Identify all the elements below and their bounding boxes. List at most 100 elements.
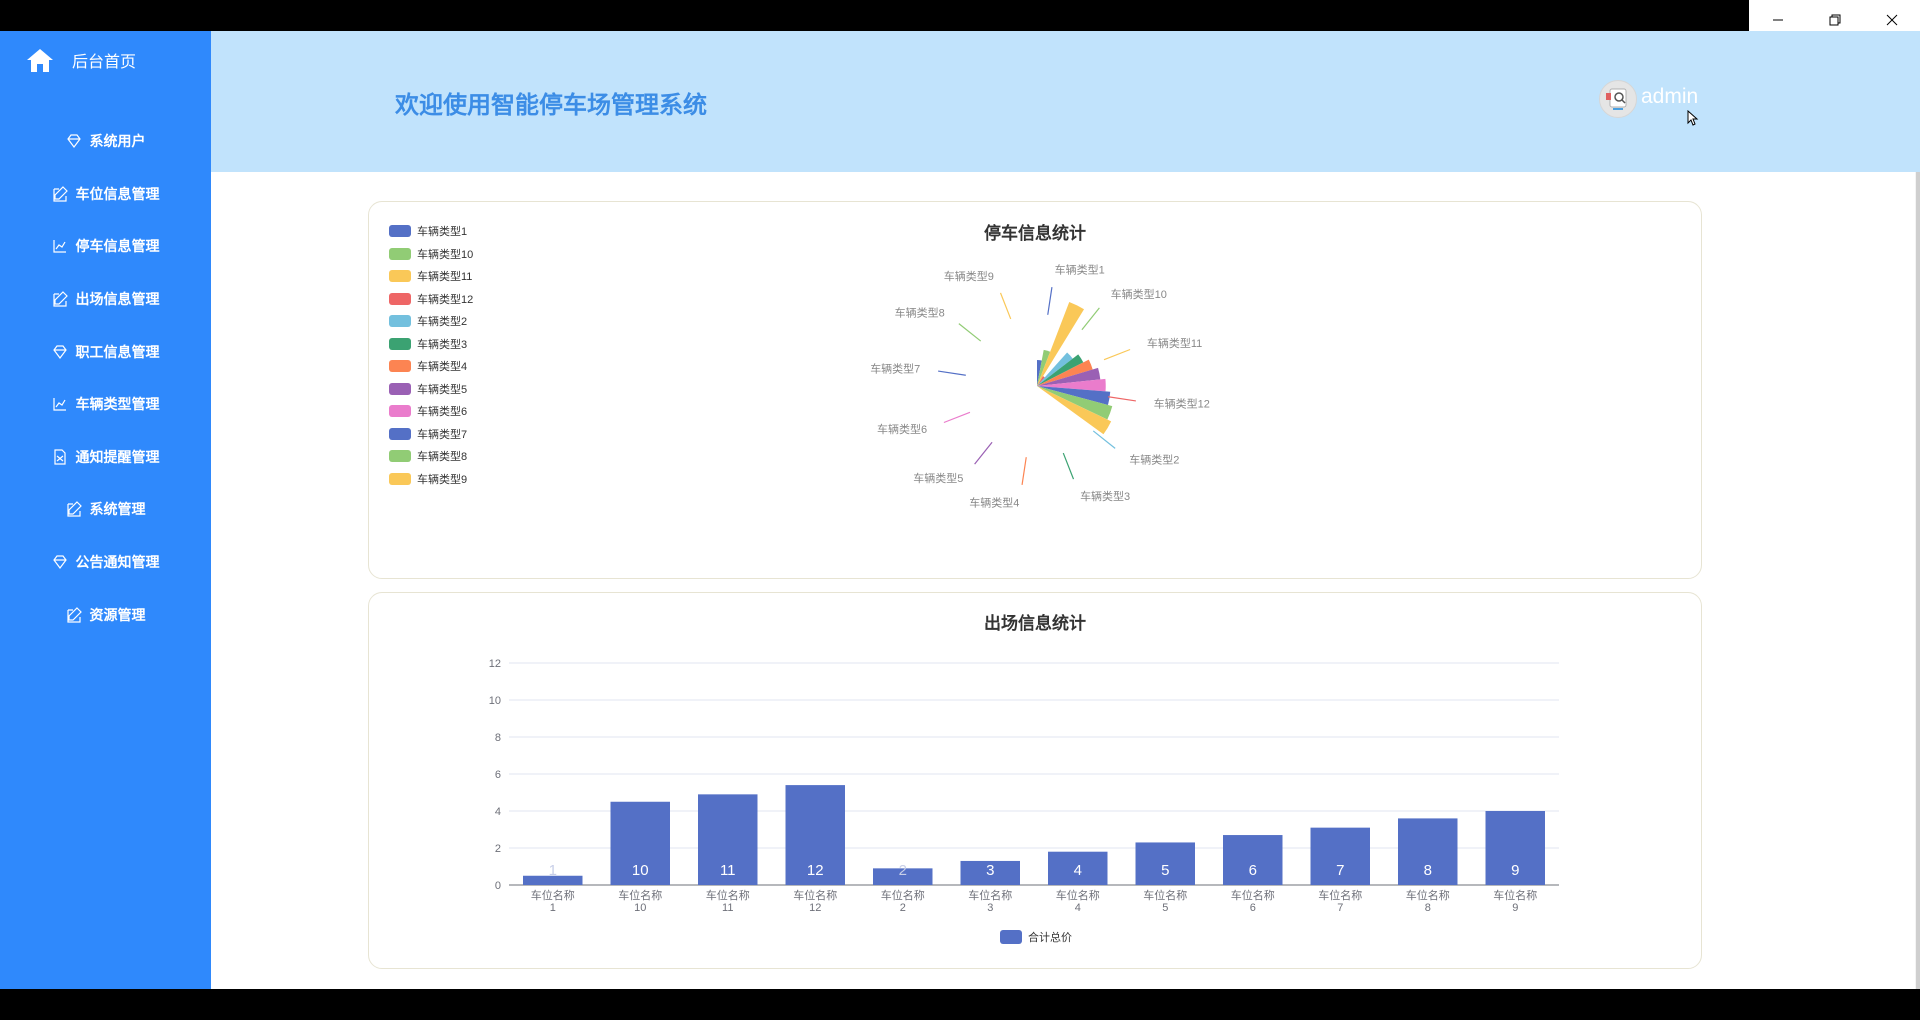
restore-icon: [1829, 14, 1840, 25]
bar-x-tick: 6: [1250, 902, 1256, 914]
diamond-icon: [52, 555, 67, 570]
sidebar-item-8[interactable]: 系统管理: [0, 483, 211, 536]
sidebar-item-label: 公告通知管理: [75, 554, 160, 571]
rose-leader-line: [1092, 430, 1116, 449]
bar-data-label: 12: [807, 862, 824, 879]
rose-leader-line: [974, 441, 993, 465]
bar-data-label: 7: [1336, 862, 1344, 879]
rose-label: 车辆类型8: [895, 305, 945, 319]
rose-leader-line: [1021, 457, 1027, 485]
bar-y-tick: 2: [495, 843, 501, 855]
bar-x-tick: 8: [1425, 902, 1431, 914]
bar-x-tick: 1: [550, 902, 556, 914]
bar-data-label: 5: [1161, 862, 1169, 879]
sidebar-item-label: 车位信息管理: [75, 185, 160, 202]
bar-x-tick: 车位名称: [1406, 888, 1450, 902]
sidebar-item-icon-wrap: [52, 186, 68, 202]
sidebar-item-label: 出场信息管理: [75, 291, 160, 308]
avatar[interactable]: [1599, 80, 1637, 118]
sidebar-item-icon-wrap: [66, 606, 82, 623]
bar-data-label: 9: [1511, 862, 1519, 879]
rose-label: 车辆类型5: [913, 471, 963, 485]
chart-icon: [52, 240, 66, 254]
diamond-icon: [66, 134, 81, 149]
rose-leader-line: [1103, 348, 1131, 361]
sidebar-item-label: 职工信息管理: [75, 343, 160, 360]
bar-x-tick: 10: [634, 902, 646, 914]
bar-legend[interactable]: 合计总价: [1000, 929, 1072, 945]
edit-icon: [66, 606, 82, 623]
bar-x-tick: 车位名称: [618, 888, 662, 902]
sidebar-item-label: 车辆类型管理: [75, 396, 160, 413]
parking-stats-card: 停车信息统计 车辆类型1 车辆类型10 车辆类型11 车辆类型12 车辆类型2 车辆类型3…: [368, 201, 1702, 579]
sidebar-home-link[interactable]: 后台首页: [26, 43, 136, 77]
taskbar: [0, 989, 1920, 1020]
window-titlebar: [0, 0, 1920, 31]
bar-x-tick: 车位名称: [1143, 888, 1187, 902]
rose-leader-line: [1081, 307, 1100, 331]
rose-label: 车辆类型3: [1080, 489, 1130, 503]
sidebar-item-5[interactable]: 职工信息管理: [0, 325, 211, 378]
sidebar-item-7[interactable]: 通知提醒管理: [0, 431, 211, 484]
sidebar-item-9[interactable]: 公告通知管理: [0, 536, 211, 589]
sidebar-home-label: 后台首页: [72, 54, 137, 71]
rose-leader-line: [958, 323, 982, 342]
sidebar-item-label: 资源管理: [89, 606, 146, 623]
bar-data-label: 2: [899, 862, 907, 879]
bar-x-tick: 车位名称: [531, 888, 575, 902]
bar-x-tick: 11: [722, 902, 733, 914]
bar-x-tick: 车位名称: [881, 888, 925, 902]
bar-x-tick: 3: [987, 902, 993, 914]
sidebar-item-label: 停车信息管理: [75, 238, 160, 255]
bar-legend-label: 合计总价: [1028, 932, 1072, 944]
bar-legend-swatch: [1000, 930, 1022, 944]
sidebar-item-icon-wrap: [52, 344, 68, 360]
app-window: 后台首页 系统用户车位信息管理 停车信息管理 出场信息管理 职工信息管理 车辆类型管理通…: [0, 31, 1920, 989]
sidebar-item-label: 通知提醒管理: [75, 448, 160, 465]
rose-label: 车辆类型9: [944, 269, 994, 283]
bar-x-tick: 7: [1337, 902, 1343, 914]
close-icon: [1886, 14, 1897, 25]
sidebar-item-6[interactable]: 车辆类型管理: [0, 378, 211, 431]
sidebar-item-icon-wrap: [52, 396, 68, 412]
edit-icon: [52, 291, 68, 307]
sidebar: 后台首页 系统用户车位信息管理 停车信息管理 出场信息管理 职工信息管理 车辆类型管理通…: [0, 31, 211, 989]
bar-y-tick: 6: [495, 769, 501, 781]
bar-x-tick: 9: [1512, 902, 1518, 914]
bar-data-label: 1: [549, 862, 557, 879]
scrollbar-thumb[interactable]: [1916, 172, 1920, 989]
bar-x-tick: 车位名称: [1056, 888, 1100, 902]
edit-icon: [52, 186, 68, 202]
rose-leader-line: [1062, 452, 1075, 480]
sidebar-menu: 系统用户车位信息管理 停车信息管理 出场信息管理 职工信息管理 车辆类型管理 通知提醒管理…: [0, 115, 211, 641]
bar-x-tick: 车位名称: [1493, 888, 1537, 902]
sidebar-item-icon-wrap: [52, 449, 68, 465]
sidebar-item-label: 系统管理: [89, 501, 146, 518]
bar-x-tick: 车位名称: [1231, 888, 1275, 902]
bar-data-label: 8: [1424, 862, 1432, 879]
rose-leader-line: [999, 292, 1012, 320]
rose-leader-line: [938, 370, 966, 376]
bar-data-label: 3: [986, 862, 994, 879]
sidebar-item-3[interactable]: 停车信息管理: [0, 220, 211, 273]
bar-y-tick: 10: [489, 695, 501, 707]
sidebar-item-icon-wrap: [52, 554, 68, 570]
rose-label: 车辆类型7: [870, 361, 920, 375]
bar-x-tick: 2: [900, 902, 906, 914]
bar-data-label: 11: [720, 862, 736, 879]
bar-x-tick: 车位名称: [793, 888, 837, 902]
rose-label: 车辆类型2: [1129, 453, 1179, 467]
bar-y-tick: 0: [495, 880, 501, 892]
username-label[interactable]: admin: [1641, 85, 1698, 109]
exit-bar-chart: 0246810121车位名称110车位名称1011车位名称1112车位名称122…: [489, 658, 1559, 914]
sidebar-item-icon-wrap: [52, 238, 68, 254]
edit-icon: [66, 501, 82, 518]
sidebar-item-2[interactable]: 车位信息管理: [0, 168, 211, 221]
chart-icon: [52, 398, 66, 411]
rose-label: 车辆类型12: [1154, 397, 1210, 411]
sidebar-item-4[interactable]: 出场信息管理: [0, 273, 211, 326]
sidebar-item-icon-wrap: [66, 501, 82, 518]
sidebar-item-1[interactable]: 系统用户: [0, 115, 211, 168]
sidebar-item-10[interactable]: 资源管理: [0, 588, 211, 641]
bar-data-label: 10: [632, 862, 649, 879]
